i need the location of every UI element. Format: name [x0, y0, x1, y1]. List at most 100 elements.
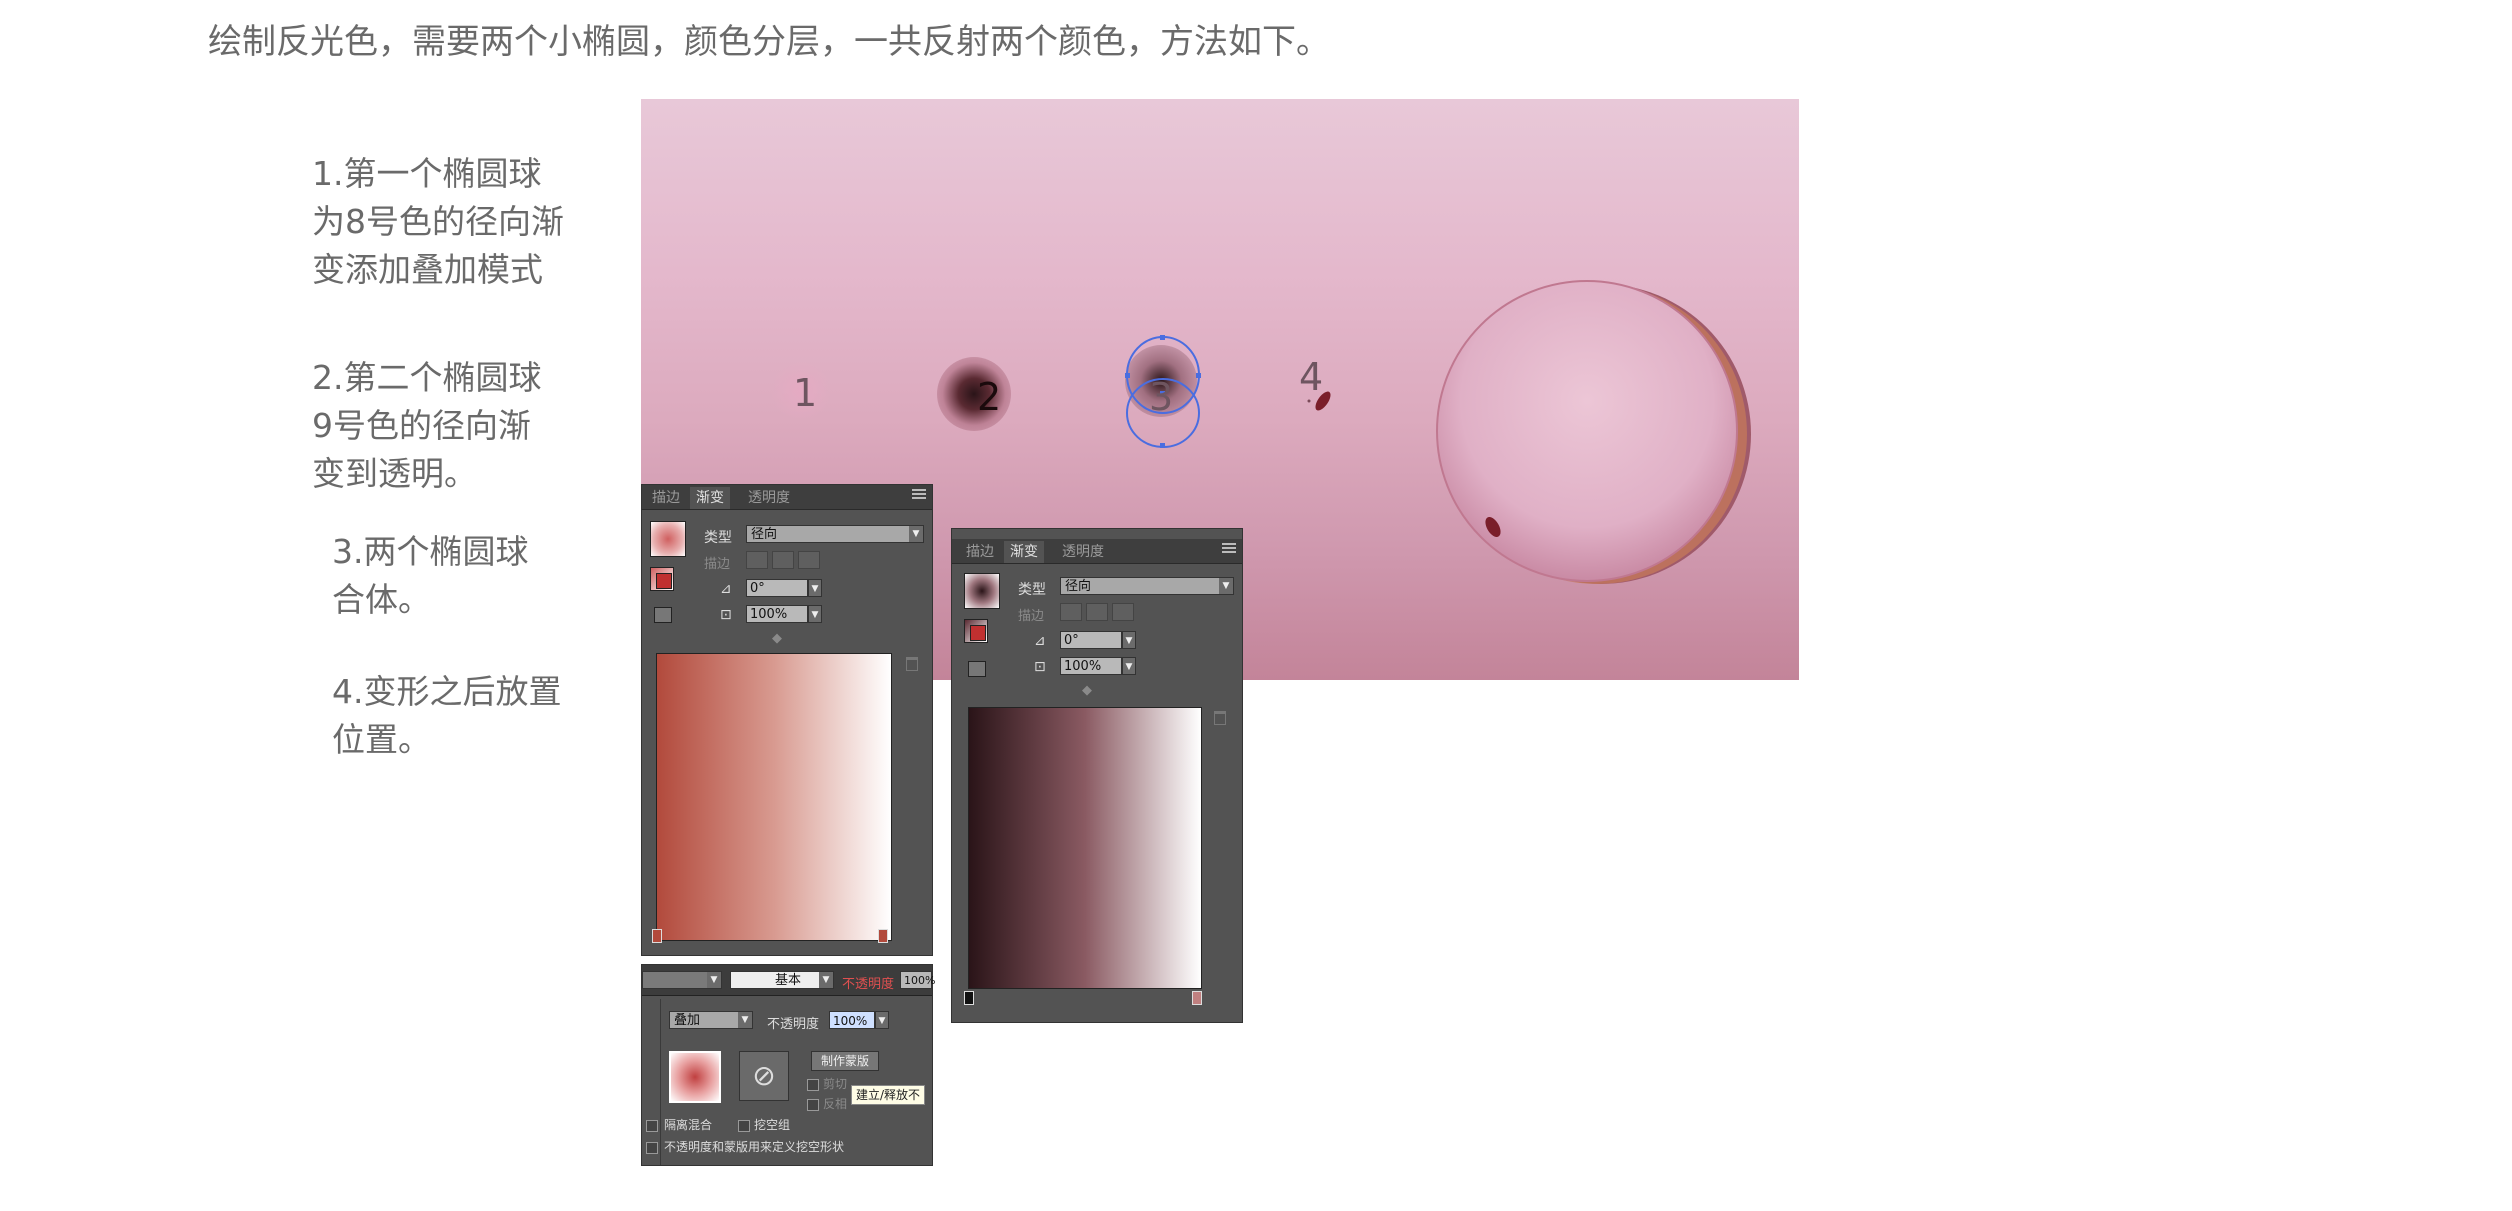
opacity-top-field[interactable]: 100% [900, 971, 935, 989]
angle-dropdown[interactable]: ▼ [808, 579, 822, 597]
trash-icon[interactable] [906, 657, 918, 671]
stroke-style-value: 基本 [775, 973, 802, 988]
type-label: 类型 [704, 530, 732, 546]
control-bar: ▼ 基本 ▼ 不透明度 100% [642, 965, 935, 996]
chevron-down-icon: ▼ [1219, 578, 1233, 594]
canvas-label-1: 1 [793, 371, 818, 415]
panel-2-tabbar: 描边 渐变 透明度 [952, 539, 1242, 564]
opacity-top-label[interactable]: 不透明度 [842, 973, 894, 992]
type-select-value: 径向 [1065, 579, 1092, 594]
step-1-text: 1.第一个椭圆球 为8号色的径向渐 变添加叠加模式 [312, 150, 564, 294]
type-select[interactable]: 径向 ▼ [1060, 577, 1234, 595]
step-1-line-1: 1.第一个椭圆球 [312, 154, 542, 193]
step-2-text: 2.第二个椭圆球 9号色的径向渐 变到透明。 [312, 354, 542, 498]
trash-icon[interactable] [1214, 711, 1226, 725]
mask-define-checkbox[interactable] [646, 1142, 658, 1154]
gradient-stop-start[interactable] [964, 991, 974, 1005]
mask-tooltip: 建立/释放不 [851, 1085, 926, 1105]
canvas-label-3: 3 [1149, 375, 1174, 419]
gradient-stop-end[interactable] [1192, 991, 1202, 1005]
invert-label: 反相 [823, 1097, 848, 1111]
angle-dropdown[interactable]: ▼ [1122, 631, 1136, 649]
intro-text: 绘制反光色，需要两个小椭圆，颜色分层，一共反射两个颜色，方法如下。 [208, 22, 1330, 62]
angle-field[interactable]: 0° [746, 579, 808, 597]
opacity-dropdown[interactable]: ▼ [875, 1011, 889, 1029]
make-mask-button[interactable]: 制作蒙版 [811, 1051, 879, 1071]
step-1-line-2: 为8号色的径向渐 [312, 202, 564, 241]
stroke-label: 描边 [704, 557, 731, 572]
step-3-line-1: 3.两个椭圆球 [332, 532, 529, 571]
reverse-gradient-icon[interactable] [656, 573, 672, 589]
gradient-annotator-icon[interactable] [654, 607, 672, 623]
gradient-preview[interactable] [656, 653, 892, 941]
gradient-stop-start[interactable] [652, 929, 662, 943]
tab-gradient[interactable]: 渐变 [1004, 541, 1044, 563]
tab-gradient[interactable]: 渐变 [690, 487, 730, 509]
isolate-blend-label: 隔离混合 [664, 1118, 713, 1132]
step-2-line-2: 9号色的径向渐 [312, 406, 531, 445]
step-1-line-3: 变添加叠加模式 [312, 250, 543, 289]
blend-mode-select[interactable]: 叠加 ▼ [669, 1011, 753, 1029]
chevron-down-icon: ▼ [909, 526, 923, 542]
stroke-option-2[interactable] [772, 551, 794, 569]
clip-label: 剪切 [823, 1077, 848, 1091]
aspect-ratio-field[interactable]: 100% [746, 605, 808, 623]
stroke-option-1[interactable] [1060, 603, 1082, 621]
clip-checkbox[interactable] [807, 1079, 819, 1091]
stroke-style-select[interactable]: 基本 ▼ [730, 971, 834, 989]
mask-thumbnail[interactable]: ⊘ [739, 1051, 789, 1101]
aspect-ratio-field[interactable]: 100% [1060, 657, 1122, 675]
stroke-label: 描边 [1018, 609, 1045, 624]
gradient-panel-2: 描边 渐变 透明度 类型 径向 ▼ 描边 ⊿ 0° ▼ ⊡ 100% ▼ ◆ [951, 528, 1243, 1023]
aspect-ratio-dropdown[interactable]: ▼ [808, 605, 822, 623]
step-2-line-3: 变到透明。 [312, 454, 477, 493]
gradient-panel-1: 描边 渐变 透明度 类型 径向 ▼ 描边 ⊿ 0° ▼ ⊡ 100% ▼ ◆ [641, 484, 933, 956]
type-label: 类型 [1018, 582, 1046, 598]
aspect-ratio-icon: ⊡ [720, 607, 732, 623]
aspect-ratio-dropdown[interactable]: ▼ [1122, 657, 1136, 675]
step-3-text: 3.两个椭圆球 合体。 [332, 528, 529, 624]
stroke-option-2[interactable] [1086, 603, 1108, 621]
tab-stroke[interactable]: 描边 [960, 541, 1000, 563]
reverse-gradient-icon[interactable] [970, 625, 986, 641]
aspect-ratio-icon: ⊡ [1034, 659, 1046, 675]
gradient-annotator-icon[interactable] [968, 661, 986, 677]
stroke-option-3[interactable] [798, 551, 820, 569]
panel-menu-icon[interactable] [912, 489, 926, 501]
midpoint-marker[interactable]: ◆ [772, 631, 782, 646]
knockout-group-label: 挖空组 [754, 1118, 791, 1132]
object-thumbnail[interactable] [669, 1051, 721, 1103]
canvas-label-4: 4 [1299, 355, 1324, 399]
tab-transparency[interactable]: 透明度 [1056, 541, 1110, 563]
step-4-text: 4.变形之后放置 位置。 [332, 668, 562, 764]
stroke-option-1[interactable] [746, 551, 768, 569]
midpoint-marker[interactable]: ◆ [1082, 683, 1092, 698]
angle-icon: ⊿ [1034, 633, 1046, 649]
angle-field[interactable]: 0° [1060, 631, 1122, 649]
stroke-width-select[interactable]: ▼ [642, 971, 722, 989]
step-4-line-2: 位置。 [332, 720, 431, 759]
stroke-option-3[interactable] [1112, 603, 1134, 621]
gradient-swatch[interactable] [964, 573, 1000, 609]
gradient-swatch[interactable] [650, 521, 686, 557]
panel-1-tabbar: 描边 渐变 透明度 [642, 485, 932, 510]
step-3-line-2: 合体。 [332, 580, 431, 619]
chevron-down-icon: ▼ [819, 972, 833, 988]
bubble-illustration [1436, 280, 1751, 584]
chevron-down-icon: ▼ [738, 1012, 752, 1028]
tab-transparency[interactable]: 透明度 [742, 487, 796, 509]
knockout-group-checkbox[interactable] [738, 1120, 750, 1132]
isolate-blend-checkbox[interactable] [646, 1120, 658, 1132]
panel-menu-icon[interactable] [1222, 543, 1236, 555]
angle-icon: ⊿ [720, 581, 732, 597]
canvas-label-2: 2 [977, 375, 1002, 419]
blend-mode-value: 叠加 [674, 1013, 701, 1028]
invert-checkbox[interactable] [807, 1099, 819, 1111]
chevron-down-icon: ▼ [707, 972, 721, 988]
opacity-field[interactable]: 100% [829, 1011, 875, 1029]
gradient-preview[interactable] [968, 707, 1202, 989]
opacity-label: 不透明度 [767, 1017, 820, 1032]
tab-stroke[interactable]: 描边 [646, 487, 686, 509]
gradient-stop-end[interactable] [878, 929, 888, 943]
type-select[interactable]: 径向 ▼ [746, 525, 924, 543]
